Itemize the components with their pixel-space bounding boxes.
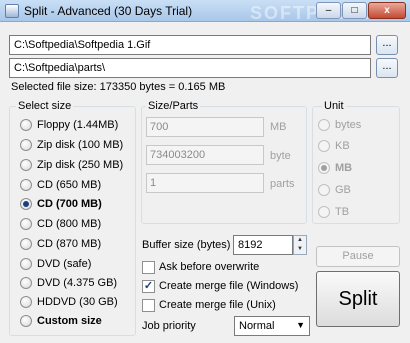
size-option-cd-800[interactable]: CD (800 MB) [20, 216, 101, 232]
radio-icon [318, 184, 330, 196]
size-option-zip-250[interactable]: Zip disk (250 MB) [20, 157, 123, 173]
select-size-label: Select size [16, 100, 74, 112]
maximize-button[interactable]: □ [342, 2, 367, 19]
radio-icon [20, 179, 32, 191]
parts-count-input[interactable]: 1 [146, 173, 264, 193]
radio-icon [20, 159, 32, 171]
unit-option-kb[interactable]: KB [318, 138, 350, 154]
unit-option-label: TB [335, 206, 350, 218]
size-option-label: Zip disk (250 MB) [37, 159, 124, 171]
size-parts-label: Size/Parts [146, 100, 201, 112]
size-option-label: Custom size [37, 315, 102, 327]
size-option-label: CD (870 MB) [37, 238, 102, 250]
close-button[interactable]: x [368, 2, 406, 19]
radio-selected-icon [20, 198, 32, 210]
radio-icon [20, 139, 32, 151]
size-option-label: Floppy (1.44MB) [37, 119, 119, 131]
radio-icon [20, 119, 32, 131]
size-option-label: DVD (safe) [37, 258, 92, 270]
parts-unit: parts [270, 178, 295, 190]
checkmark-icon: ✓ [142, 279, 155, 293]
size-option-cd-650[interactable]: CD (650 MB) [20, 177, 101, 193]
size-option-dvd-4375[interactable]: DVD (4.375 GB) [20, 275, 117, 291]
ask-overwrite-checkbox[interactable]: Ask before overwrite [142, 259, 259, 275]
radio-icon [20, 315, 32, 327]
browse-source-button[interactable]: ... [376, 35, 398, 55]
size-option-custom[interactable]: Custom size [20, 313, 102, 329]
size-mb-input[interactable]: 700 [146, 117, 264, 137]
unit-option-tb[interactable]: TB [318, 204, 349, 220]
radio-selected-icon [318, 162, 330, 174]
radio-icon [318, 206, 330, 218]
size-option-floppy[interactable]: Floppy (1.44MB) [20, 117, 118, 133]
unit-label: Unit [322, 100, 346, 112]
checkbox-label: Create merge file (Unix) [159, 299, 276, 311]
size-option-label: CD (700 MB) [37, 198, 102, 210]
checkbox-label: Ask before overwrite [159, 261, 260, 273]
size-option-dvd-safe[interactable]: DVD (safe) [20, 256, 91, 272]
radio-icon [20, 238, 32, 250]
job-priority-label: Job priority [142, 320, 196, 332]
app-icon [5, 4, 19, 18]
unit-option-gb[interactable]: GB [318, 182, 351, 198]
pause-button[interactable]: Pause [316, 246, 400, 267]
job-priority-value: Normal [239, 320, 275, 332]
unit-option-label: KB [335, 140, 350, 152]
size-option-cd-870[interactable]: CD (870 MB) [20, 236, 101, 252]
browse-destination-button[interactable]: ... [376, 58, 398, 78]
checkbox-empty-icon [142, 298, 155, 312]
size-mb-unit: MB [270, 121, 287, 133]
checkbox-label: Create merge file (Windows) [159, 280, 299, 292]
size-option-label: DVD (4.375 GB) [37, 277, 118, 289]
size-option-label: Zip disk (100 MB) [37, 139, 124, 151]
window-title: Split - Advanced (30 Days Trial) [24, 4, 193, 18]
selected-file-size: Selected file size: 173350 bytes = 0.165… [11, 81, 226, 93]
unit-option-label: MB [335, 162, 353, 174]
destination-folder-input[interactable]: C:\Softpedia\parts\ [9, 58, 371, 78]
unit-option-mb[interactable]: MB [318, 160, 352, 176]
radio-icon [318, 140, 330, 152]
spin-up-icon[interactable]: ▲ [294, 236, 306, 245]
unit-option-label: bytes [335, 119, 362, 131]
unit-option-label: GB [335, 184, 351, 196]
size-option-label: HDDVD (30 GB) [37, 296, 118, 308]
unit-option-bytes[interactable]: bytes [318, 117, 361, 133]
chevron-down-icon: ▼ [296, 320, 305, 330]
checkbox-empty-icon [142, 260, 155, 274]
size-option-label: CD (650 MB) [37, 179, 102, 191]
merge-windows-checkbox[interactable]: ✓ Create merge file (Windows) [142, 278, 298, 294]
source-file-input[interactable]: C:\Softpedia\Softpedia 1.Gif [9, 35, 371, 55]
minimize-button[interactable]: – [316, 2, 341, 19]
size-option-cd-700[interactable]: CD (700 MB) [20, 196, 102, 212]
size-option-zip-100[interactable]: Zip disk (100 MB) [20, 137, 123, 153]
radio-icon [318, 119, 330, 131]
size-bytes-unit: byte [270, 150, 291, 162]
title-bar[interactable]: Split - Advanced (30 Days Trial) SOFTPED… [0, 0, 410, 23]
split-button[interactable]: Split [316, 271, 400, 327]
size-bytes-input[interactable]: 734003200 [146, 145, 264, 165]
buffer-size-label: Buffer size (bytes) [142, 239, 231, 251]
buffer-size-input[interactable]: 8192 [233, 235, 293, 255]
radio-icon [20, 296, 32, 308]
merge-unix-checkbox[interactable]: Create merge file (Unix) [142, 297, 276, 313]
size-option-hddvd[interactable]: HDDVD (30 GB) [20, 294, 118, 310]
buffer-size-spinner[interactable]: ▲ ▼ [293, 235, 307, 255]
radio-icon [20, 258, 32, 270]
spin-down-icon[interactable]: ▼ [294, 245, 306, 254]
size-option-label: CD (800 MB) [37, 218, 102, 230]
job-priority-select[interactable]: Normal ▼ [234, 316, 310, 336]
radio-icon [20, 277, 32, 289]
radio-icon [20, 218, 32, 230]
